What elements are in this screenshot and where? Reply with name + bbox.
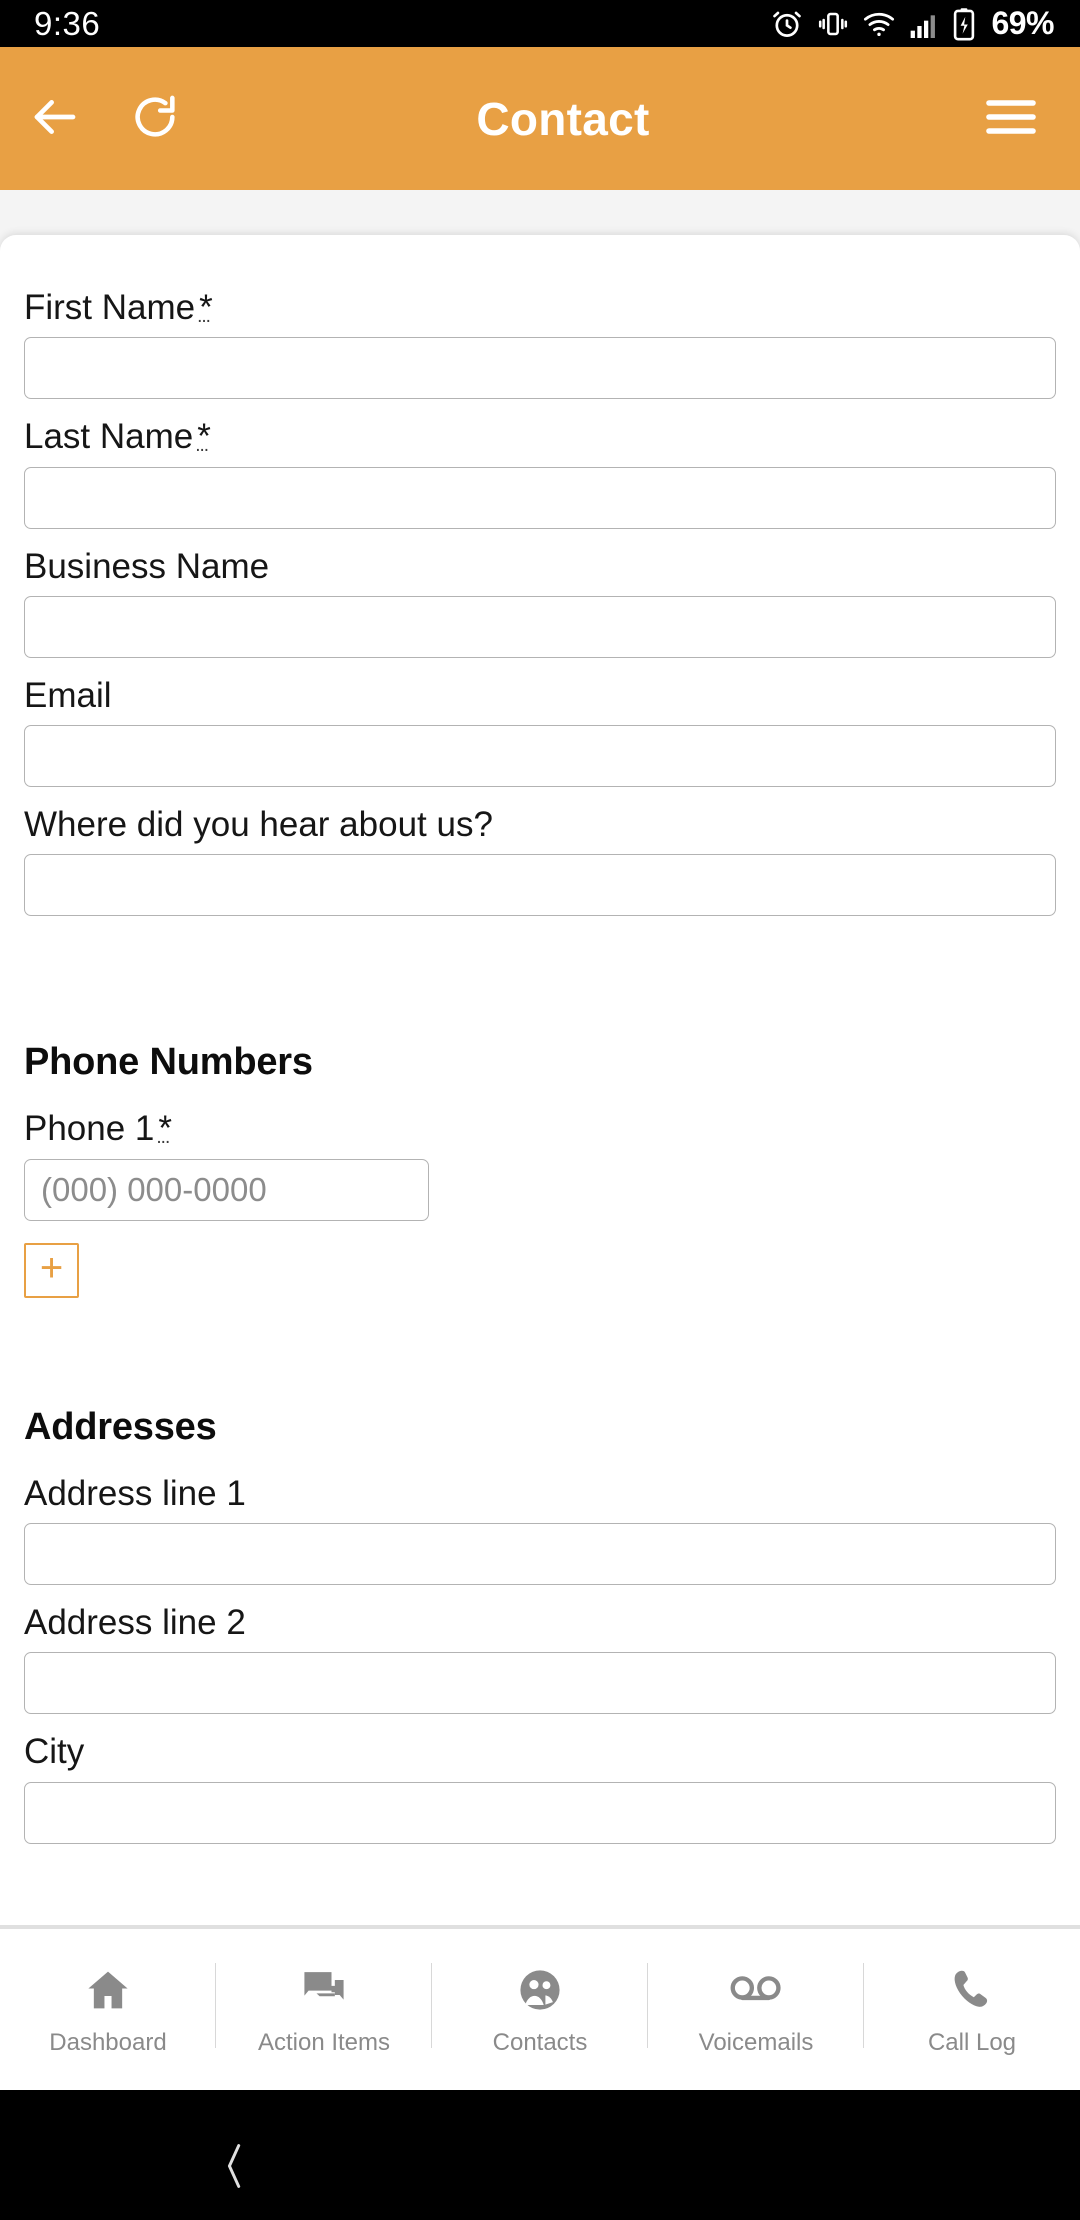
address-line-1-input[interactable] [24, 1523, 1056, 1586]
section-title-phone-numbers: Phone Numbers [24, 1041, 313, 1084]
chevron-left-icon [222, 2144, 248, 2195]
cell-signal-icon [909, 8, 939, 40]
nav-item-dashboard[interactable]: Dashboard [0, 1927, 216, 2092]
alarm-icon [770, 7, 804, 41]
last-name-input[interactable] [24, 466, 1056, 529]
hamburger-menu-icon [984, 97, 1038, 140]
referral-source-input[interactable] [24, 854, 1056, 917]
app-header: Contact [0, 47, 1080, 190]
label-address-line-1: Address line 1 [24, 1473, 246, 1513]
wifi-icon [862, 7, 896, 41]
phone-1-input[interactable] [24, 1158, 429, 1221]
people-group-icon [515, 1962, 565, 2018]
first-name-input[interactable] [24, 337, 1056, 400]
required-marker: *... [195, 417, 211, 457]
nav-label-action-items: Action Items [257, 2029, 391, 2056]
bottom-navigation-bar: Dashboard Action Items Contacts Voicemai… [0, 1925, 1080, 2090]
system-navigation-bar [0, 2090, 1080, 2220]
label-email: Email [24, 675, 112, 715]
vibrate-icon [817, 8, 849, 40]
form-scroll-area[interactable]: First Name *... Last Name *... Business Na… [0, 190, 1080, 1925]
email-input[interactable] [24, 725, 1056, 788]
add-phone-button[interactable]: + [24, 1242, 79, 1298]
field-phone-1: Phone 1 *... [24, 1108, 1056, 1221]
label-business-name: Business Name [24, 546, 270, 586]
status-bar-icons: 69% [770, 5, 1054, 42]
voicemail-icon [729, 1962, 783, 2018]
battery-percent-label: 69% [991, 5, 1054, 41]
field-city: City [24, 1731, 1056, 1844]
label-first-name: First Name *... [24, 288, 213, 327]
system-back-button[interactable] [215, 2140, 255, 2192]
field-email: Email [24, 675, 1056, 788]
required-marker: *... [156, 1109, 173, 1149]
label-city: City [24, 1732, 85, 1772]
label-referral-source: Where did you hear about us? [24, 805, 493, 845]
contact-form-card: First Name *... Last Name *... Business Na… [0, 235, 1080, 1925]
page-title: Contact [476, 92, 650, 145]
menu-button[interactable] [972, 80, 1050, 158]
phone-icon [948, 1962, 996, 2018]
phone-screen: 9:36 69% Contact First Name * ... Last N… [0, 0, 1080, 2220]
field-first-name: First Name *... [24, 287, 1056, 400]
nav-item-voicemails[interactable]: Voicemails [648, 1927, 864, 2092]
label-phone-1: Phone 1 *... [24, 1109, 173, 1149]
chat-bubbles-icon [299, 1962, 349, 2018]
business-name-input[interactable] [24, 595, 1056, 658]
label-address-line-2: Address line 2 [24, 1603, 246, 1643]
nav-label-call-log: Call Log [927, 2029, 1017, 2056]
field-last-name: Last Name *... [24, 416, 1056, 529]
home-icon [83, 1962, 133, 2018]
label-last-name: Last Name *... [24, 417, 211, 457]
status-bar-clock: 9:36 [34, 4, 101, 42]
nav-label-contacts: Contacts [492, 2029, 588, 2056]
section-title-addresses: Addresses [24, 1405, 217, 1448]
nav-item-call-log[interactable]: Call Log [864, 1927, 1080, 2092]
field-address-line-1: Address line 1 [24, 1473, 1056, 1586]
field-address-line-2: Address line 2 [24, 1602, 1056, 1715]
required-marker: *... [197, 288, 213, 327]
nav-item-contacts[interactable]: Contacts [432, 1927, 648, 2092]
field-referral-source: Where did you hear about us? [24, 804, 1056, 917]
city-input[interactable] [24, 1781, 1056, 1844]
back-button[interactable] [16, 80, 94, 158]
nav-label-voicemails: Voicemails [698, 2029, 814, 2056]
battery-charging-icon [952, 7, 976, 41]
field-business-name: Business Name [24, 546, 1056, 658]
nav-item-action-items[interactable]: Action Items [216, 1927, 432, 2092]
arrow-left-icon [28, 90, 82, 147]
address-line-2-input[interactable] [24, 1652, 1056, 1715]
status-bar: 9:36 69% [0, 0, 1080, 47]
nav-label-dashboard: Dashboard [49, 2029, 167, 2056]
